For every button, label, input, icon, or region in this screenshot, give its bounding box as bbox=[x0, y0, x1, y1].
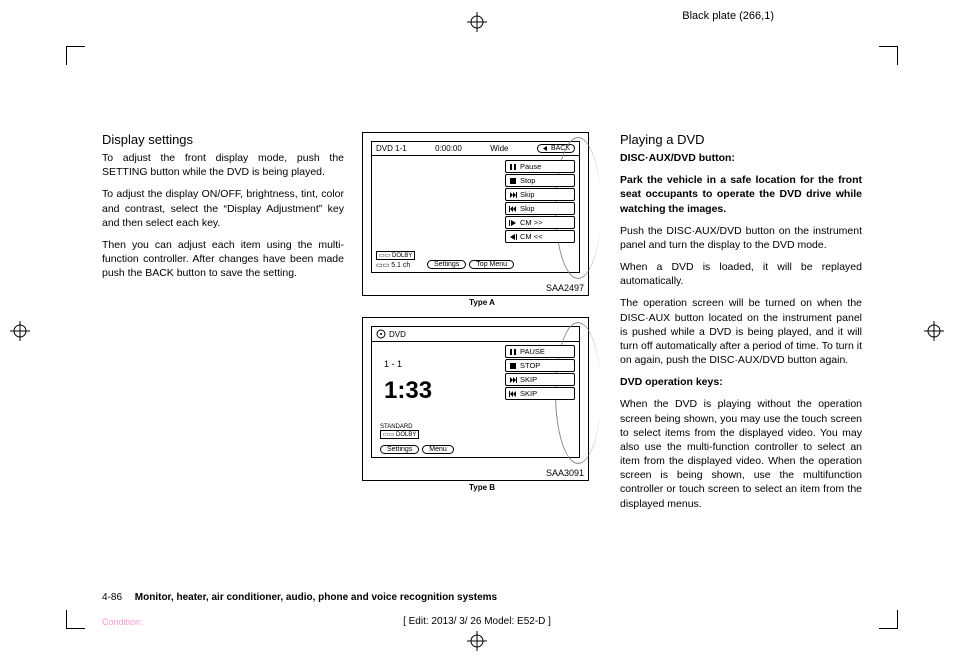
menu-label: SKIP bbox=[520, 375, 537, 384]
stop-icon bbox=[509, 362, 517, 370]
menu-stop[interactable]: STOP bbox=[505, 359, 575, 372]
settings-button[interactable]: Settings bbox=[380, 445, 419, 454]
para: To adjust the front display mode, push t… bbox=[102, 151, 344, 179]
figure-b-badges: STANDARD ▭▭ DOLBY bbox=[380, 424, 419, 439]
heading-playing-dvd: Playing a DVD bbox=[620, 132, 862, 147]
column-right: Playing a DVD DISC·AUX/DVD button: Park … bbox=[620, 132, 862, 519]
disc-icon bbox=[376, 329, 386, 339]
track-number: 1 - 1 bbox=[384, 359, 402, 369]
subheading-disc-aux: DISC·AUX/DVD button: bbox=[620, 151, 862, 165]
figure-a-screen: DVD 1-1 0:00:00 Wide BACK Pause Stop Ski… bbox=[371, 141, 580, 273]
figure-a-box: DVD 1-1 0:00:00 Wide BACK Pause Stop Ski… bbox=[362, 132, 589, 296]
back-arrow-icon bbox=[542, 145, 549, 152]
menu-skip-fwd[interactable]: SKIP bbox=[505, 373, 575, 386]
figure-b-box: DVD 1 - 1 1:33 PAUSE STOP SKIP SKIP STAN… bbox=[362, 317, 589, 481]
figure-b-menu: PAUSE STOP SKIP SKIP bbox=[505, 345, 575, 401]
menu-label: STOP bbox=[520, 361, 540, 370]
menu-label: Skip bbox=[520, 204, 535, 213]
figure-b-screen: DVD 1 - 1 1:33 PAUSE STOP SKIP SKIP STAN… bbox=[371, 326, 580, 458]
menu-pause[interactable]: PAUSE bbox=[505, 345, 575, 358]
registration-mark-top bbox=[467, 12, 487, 32]
dvd-label: DVD bbox=[389, 330, 406, 339]
edit-line: [ Edit: 2013/ 3/ 26 Model: E52-D ] bbox=[0, 616, 954, 627]
skip-fwd-icon bbox=[509, 376, 517, 384]
para: Then you can adjust each item using the … bbox=[102, 238, 344, 281]
figure-b-header: DVD bbox=[372, 327, 579, 342]
registration-mark-right bbox=[924, 321, 944, 341]
section-title: Monitor, heater, air conditioner, audio,… bbox=[135, 592, 497, 603]
heading-display-settings: Display settings bbox=[102, 132, 344, 147]
channel-label: ▭▭ 5.1 ch bbox=[376, 261, 415, 269]
figure-a-buttons: Settings Top Menu bbox=[427, 260, 514, 269]
registration-mark-bottom bbox=[467, 631, 487, 651]
page-footer: 4-86 Monitor, heater, air conditioner, a… bbox=[102, 592, 862, 603]
para: When the DVD is playing without the oper… bbox=[620, 397, 862, 510]
column-left: Display settings To adjust the front dis… bbox=[102, 132, 344, 519]
settings-button[interactable]: Settings bbox=[427, 260, 466, 269]
top-menu-button[interactable]: Top Menu bbox=[469, 260, 514, 269]
column-figures: DVD 1-1 0:00:00 Wide BACK Pause Stop Ski… bbox=[362, 132, 602, 519]
subheading-operation-keys: DVD operation keys: bbox=[620, 375, 862, 389]
dvd-track-label: DVD 1-1 bbox=[376, 144, 407, 153]
para: The operation screen will be turned on w… bbox=[620, 296, 862, 367]
figure-a-header: DVD 1-1 0:00:00 Wide BACK bbox=[372, 142, 579, 156]
figure-b-type: Type B bbox=[362, 483, 602, 492]
menu-button[interactable]: Menu bbox=[422, 445, 454, 454]
menu-label: Skip bbox=[520, 190, 535, 199]
skip-back-icon bbox=[509, 390, 517, 398]
dolby-badge: ▭▭ DOLBY bbox=[380, 430, 419, 439]
figure-a-code: SAA2497 bbox=[363, 281, 588, 295]
figure-b-buttons: Settings Menu bbox=[380, 445, 454, 454]
figure-b-code: SAA3091 bbox=[363, 466, 588, 480]
menu-cm-back[interactable]: CM << bbox=[505, 230, 575, 243]
menu-cm-fwd[interactable]: CM >> bbox=[505, 216, 575, 229]
skip-back-icon bbox=[509, 205, 517, 213]
menu-skip-back[interactable]: Skip bbox=[505, 202, 575, 215]
page-content: Display settings To adjust the front dis… bbox=[102, 132, 862, 519]
menu-label: SKIP bbox=[520, 389, 537, 398]
para: When a DVD is loaded, it will be replaye… bbox=[620, 260, 862, 288]
menu-label: PAUSE bbox=[520, 347, 545, 356]
plate-header: Black plate (266,1) bbox=[682, 10, 774, 22]
menu-label: CM << bbox=[520, 232, 543, 241]
page-number: 4-86 bbox=[102, 592, 122, 603]
menu-stop[interactable]: Stop bbox=[505, 174, 575, 187]
crop-corner-tr bbox=[879, 46, 898, 65]
cm-fwd-icon bbox=[509, 219, 517, 227]
para: To adjust the display ON/OFF, brightness… bbox=[102, 187, 344, 230]
dvd-mode: Wide bbox=[490, 144, 508, 153]
menu-label: Stop bbox=[520, 176, 535, 185]
menu-label: Pause bbox=[520, 162, 541, 171]
figure-a-type: Type A bbox=[362, 298, 602, 307]
pause-icon bbox=[509, 348, 517, 356]
para: Push the DISC·AUX/DVD button on the inst… bbox=[620, 224, 862, 252]
elapsed-time: 1:33 bbox=[384, 377, 432, 405]
menu-skip-back[interactable]: SKIP bbox=[505, 387, 575, 400]
skip-fwd-icon bbox=[509, 191, 517, 199]
menu-label: CM >> bbox=[520, 218, 543, 227]
dolby-badge: ▭▭ DOLBY bbox=[376, 251, 415, 260]
menu-pause[interactable]: Pause bbox=[505, 160, 575, 173]
menu-skip-fwd[interactable]: Skip bbox=[505, 188, 575, 201]
stop-icon bbox=[509, 177, 517, 185]
figure-a-bottom: ▭▭ DOLBY ▭▭ 5.1 ch bbox=[376, 251, 415, 269]
crop-corner-tl bbox=[66, 46, 85, 65]
dvd-time: 0:00:00 bbox=[435, 144, 462, 153]
pause-icon bbox=[509, 163, 517, 171]
figure-a-menu: Pause Stop Skip Skip CM >> CM << bbox=[505, 160, 575, 244]
warning-text: Park the vehicle in a safe location for … bbox=[620, 173, 862, 216]
registration-mark-left bbox=[10, 321, 30, 341]
cm-back-icon bbox=[509, 233, 517, 241]
